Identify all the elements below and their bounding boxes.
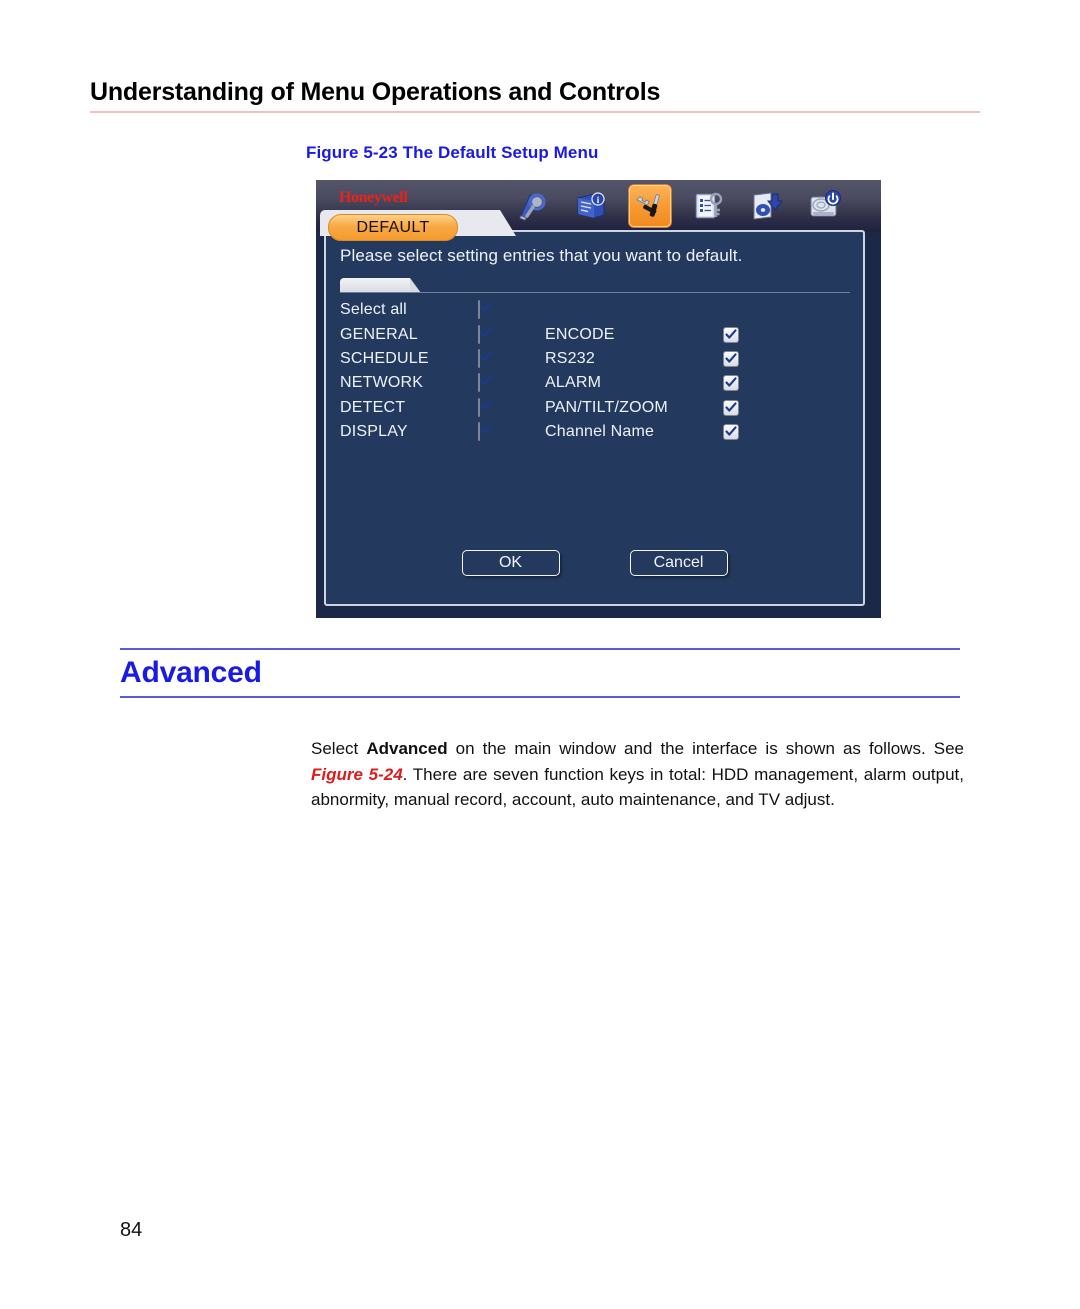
page-number: 84 (120, 1219, 143, 1241)
entry-label-detect: DETECT (340, 398, 406, 416)
default-setup-panel: Please select setting entries that you w… (324, 230, 865, 606)
section-heading: Advanced (120, 656, 262, 689)
backup-disk-icon[interactable] (746, 185, 788, 227)
ok-button[interactable]: OK (461, 550, 560, 576)
advanced-clipboard-key-icon[interactable] (688, 185, 730, 227)
paragraph-part-2: on the main window and the interface is … (447, 739, 964, 758)
paragraph-part-1: Select (311, 739, 367, 758)
checkbox-select-all[interactable] (478, 300, 492, 320)
checkbox-display[interactable] (478, 422, 492, 442)
checkbox-network[interactable] (478, 373, 492, 393)
figure-caption: Figure 5-23 The Default Setup Menu (306, 143, 599, 162)
entry-label-network: NETWORK (340, 374, 424, 392)
entry-label-encode: ENCODE (545, 325, 615, 343)
checkbox-general[interactable] (478, 324, 492, 344)
page-title: Understanding of Menu Operations and Con… (90, 78, 661, 106)
honeywell-logo: Honeywell (339, 189, 408, 206)
checkbox-pan-tilt-zoom[interactable] (723, 399, 739, 416)
entry-label-schedule: SCHEDULE (340, 349, 429, 367)
search-icon[interactable] (512, 185, 554, 227)
entry-label-display: DISPLAY (340, 423, 408, 441)
section-rule-bottom (120, 696, 960, 698)
row-schedule-rs232: SCHEDULE RS232 (340, 347, 850, 371)
header-rule (90, 111, 980, 113)
row-display-channelname: DISPLAY Channel Name (340, 420, 850, 444)
info-book-icon[interactable]: i (570, 185, 612, 227)
checkbox-channel-name[interactable] (723, 424, 739, 441)
settings-tools-icon[interactable] (628, 184, 672, 228)
checkbox-rs232[interactable] (723, 350, 739, 367)
paragraph-bold-advanced: Advanced (366, 739, 448, 758)
dvr-default-setup-screenshot: Honeywell i DEFAULT Please select settin… (316, 180, 881, 618)
page-header: Understanding of Menu Operations and Con… (90, 78, 980, 113)
checkbox-schedule[interactable] (478, 348, 492, 368)
checkbox-encode[interactable] (723, 326, 739, 343)
row-select-all: Select all (340, 298, 850, 322)
entry-label-alarm: ALARM (545, 374, 602, 392)
entry-label-channel-name: Channel Name (545, 423, 655, 441)
shutdown-device-icon[interactable] (804, 185, 846, 227)
row-network-alarm: NETWORK ALARM (340, 371, 850, 395)
paragraph-part-3: . There are seven function keys in total… (311, 764, 964, 810)
checkbox-alarm[interactable] (723, 375, 739, 392)
cancel-button[interactable]: Cancel (629, 550, 728, 576)
select-all-label: Select all (340, 301, 407, 319)
entry-label-pan-tilt-zoom: PAN/TILT/ZOOM (545, 398, 668, 416)
dvr-icon-toolbar: i (512, 184, 846, 228)
group-tab-shape (340, 278, 421, 293)
default-entry-list: Select all GENERAL ENCODE SCHEDULE RS232… (340, 298, 850, 444)
row-detect-pantiltzoom: DETECT PAN/TILT/ZOOM (340, 396, 850, 420)
entry-label-rs232: RS232 (545, 349, 595, 367)
tab-default[interactable]: DEFAULT (328, 214, 458, 241)
entry-label-general: GENERAL (340, 325, 418, 343)
panel-instruction: Please select setting entries that you w… (340, 246, 743, 265)
figure-reference-link: Figure 5-24 (311, 764, 403, 784)
group-divider (340, 292, 850, 293)
checkbox-detect[interactable] (478, 397, 492, 417)
row-general-encode: GENERAL ENCODE (340, 322, 850, 346)
panel-button-row: OK Cancel (326, 550, 863, 576)
body-paragraph: Select Advanced on the main window and t… (311, 736, 964, 813)
advanced-section: Advanced (120, 648, 960, 698)
